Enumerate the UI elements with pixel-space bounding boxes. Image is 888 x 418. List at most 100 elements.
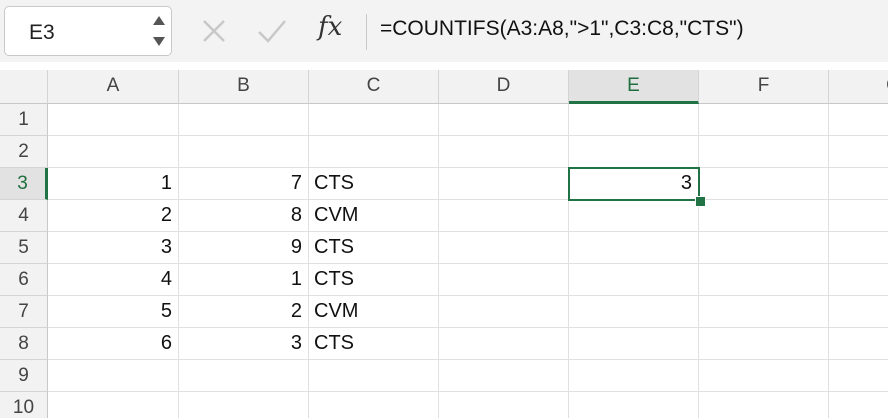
- cell-e7[interactable]: [569, 296, 699, 328]
- row-header-6[interactable]: 6: [0, 264, 48, 296]
- cell-e8[interactable]: [569, 328, 699, 360]
- formula-input[interactable]: =COUNTIFS(A3:A8,">1",C3:C8,"CTS"): [380, 17, 744, 41]
- cell-g9[interactable]: [829, 360, 888, 392]
- spreadsheet-grid[interactable]: ABCDEFG12317CTS3428CVM539CTS641CTS752CVM…: [0, 70, 888, 418]
- checkmark-icon[interactable]: [256, 17, 288, 50]
- cell-a10[interactable]: [48, 392, 179, 418]
- cell-a8[interactable]: 6: [48, 328, 179, 360]
- cell-c6[interactable]: CTS: [309, 264, 439, 296]
- row-header-1[interactable]: 1: [0, 104, 48, 136]
- cell-f4[interactable]: [699, 200, 829, 232]
- cell-f10[interactable]: [699, 392, 829, 418]
- up-down-arrows-icon[interactable]: [151, 13, 167, 51]
- cell-e6[interactable]: [569, 264, 699, 296]
- formula-bar-area: E3 fx =COUNTIFS(A3:A8,">1",C3:C8,"CTS"): [0, 0, 888, 62]
- row-header-7[interactable]: 7: [0, 296, 48, 328]
- cell-a9[interactable]: [48, 360, 179, 392]
- cell-f5[interactable]: [699, 232, 829, 264]
- cell-b9[interactable]: [179, 360, 309, 392]
- cell-d6[interactable]: [439, 264, 569, 296]
- cell-f8[interactable]: [699, 328, 829, 360]
- cell-f7[interactable]: [699, 296, 829, 328]
- row-header-5[interactable]: 5: [0, 232, 48, 264]
- column-header-g[interactable]: G: [829, 70, 888, 104]
- column-header-d[interactable]: D: [439, 70, 569, 104]
- cell-f3[interactable]: [699, 168, 829, 200]
- name-box[interactable]: E3: [4, 6, 172, 56]
- cell-f1[interactable]: [699, 104, 829, 136]
- cell-a6[interactable]: 4: [48, 264, 179, 296]
- cell-a3[interactable]: 1: [48, 168, 179, 200]
- cell-g3[interactable]: [829, 168, 888, 200]
- cell-b4[interactable]: 8: [179, 200, 309, 232]
- cell-e3[interactable]: 3: [569, 168, 699, 200]
- cell-g4[interactable]: [829, 200, 888, 232]
- cell-d3[interactable]: [439, 168, 569, 200]
- cell-c4[interactable]: CVM: [309, 200, 439, 232]
- cell-c8[interactable]: CTS: [309, 328, 439, 360]
- row-header-4[interactable]: 4: [0, 200, 48, 232]
- cell-c2[interactable]: [309, 136, 439, 168]
- insert-function-button[interactable]: fx: [318, 12, 342, 42]
- formula-bar-divider: [366, 14, 367, 50]
- close-x-icon[interactable]: [200, 17, 228, 50]
- cell-e9[interactable]: [569, 360, 699, 392]
- cell-b7[interactable]: 2: [179, 296, 309, 328]
- cell-d9[interactable]: [439, 360, 569, 392]
- column-header-e[interactable]: E: [569, 70, 699, 104]
- cell-g6[interactable]: [829, 264, 888, 296]
- cell-e10[interactable]: [569, 392, 699, 418]
- cell-g10[interactable]: [829, 392, 888, 418]
- cell-b1[interactable]: [179, 104, 309, 136]
- cell-a2[interactable]: [48, 136, 179, 168]
- cell-f6[interactable]: [699, 264, 829, 296]
- toolbar-gap: [0, 62, 888, 70]
- cell-a5[interactable]: 3: [48, 232, 179, 264]
- cell-d2[interactable]: [439, 136, 569, 168]
- cell-e5[interactable]: [569, 232, 699, 264]
- cell-e1[interactable]: [569, 104, 699, 136]
- row-header-8[interactable]: 8: [0, 328, 48, 360]
- cell-g7[interactable]: [829, 296, 888, 328]
- cell-e2[interactable]: [569, 136, 699, 168]
- cell-d8[interactable]: [439, 328, 569, 360]
- cell-g1[interactable]: [829, 104, 888, 136]
- cell-c5[interactable]: CTS: [309, 232, 439, 264]
- cell-d4[interactable]: [439, 200, 569, 232]
- cell-b8[interactable]: 3: [179, 328, 309, 360]
- row-header-10[interactable]: 10: [0, 392, 48, 418]
- cell-b3[interactable]: 7: [179, 168, 309, 200]
- cell-c3[interactable]: CTS: [309, 168, 439, 200]
- cell-d10[interactable]: [439, 392, 569, 418]
- cell-e4[interactable]: [569, 200, 699, 232]
- cell-c10[interactable]: [309, 392, 439, 418]
- cell-d7[interactable]: [439, 296, 569, 328]
- cell-a1[interactable]: [48, 104, 179, 136]
- cell-b10[interactable]: [179, 392, 309, 418]
- cell-f9[interactable]: [699, 360, 829, 392]
- cell-b5[interactable]: 9: [179, 232, 309, 264]
- cell-f2[interactable]: [699, 136, 829, 168]
- column-header-f[interactable]: F: [699, 70, 829, 104]
- cell-c9[interactable]: [309, 360, 439, 392]
- cell-b6[interactable]: 1: [179, 264, 309, 296]
- cell-d5[interactable]: [439, 232, 569, 264]
- cell-d1[interactable]: [439, 104, 569, 136]
- column-header-a[interactable]: A: [48, 70, 179, 104]
- cell-b2[interactable]: [179, 136, 309, 168]
- cell-a4[interactable]: 2: [48, 200, 179, 232]
- fill-handle[interactable]: [695, 196, 706, 207]
- cell-c7[interactable]: CVM: [309, 296, 439, 328]
- row-header-2[interactable]: 2: [0, 136, 48, 168]
- column-header-b[interactable]: B: [179, 70, 309, 104]
- cell-g5[interactable]: [829, 232, 888, 264]
- name-box-value: E3: [29, 21, 55, 44]
- column-header-c[interactable]: C: [309, 70, 439, 104]
- row-header-3[interactable]: 3: [0, 168, 48, 200]
- row-header-9[interactable]: 9: [0, 360, 48, 392]
- select-all-corner[interactable]: [0, 70, 48, 104]
- cell-g8[interactable]: [829, 328, 888, 360]
- cell-g2[interactable]: [829, 136, 888, 168]
- cell-a7[interactable]: 5: [48, 296, 179, 328]
- cell-c1[interactable]: [309, 104, 439, 136]
